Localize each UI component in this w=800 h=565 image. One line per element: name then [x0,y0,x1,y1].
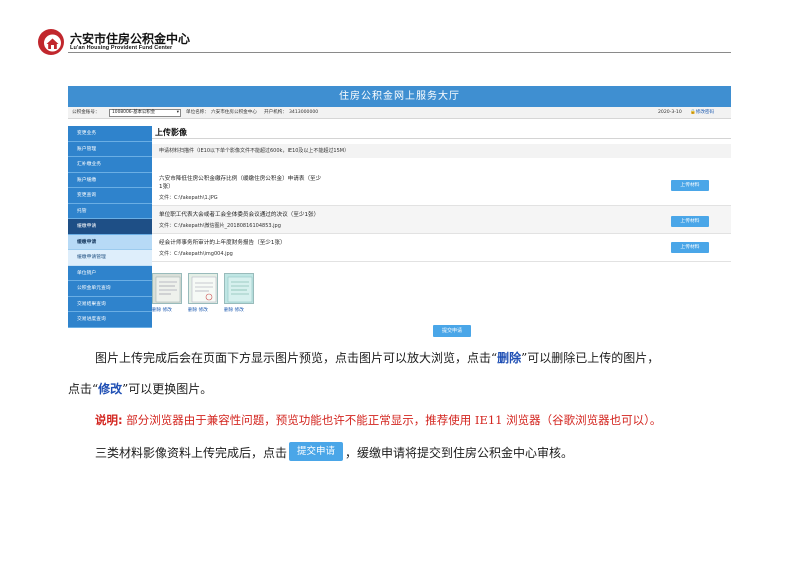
sidebar-item[interactable]: 变更业务 [68,126,152,142]
change-password-link[interactable]: 🔒修改密码 [690,107,714,119]
sidebar-item[interactable]: 变更查询 [68,188,152,204]
paragraph-edit: 点击“修改”可以更换图片。 [68,381,212,397]
sidebar-item[interactable]: 交易进度查询 [68,312,152,328]
paragraph-text: 三类材料影像资料上传完成后，点击 [95,446,288,460]
delete-image-link[interactable]: 删除 [152,308,161,313]
delete-image-link[interactable]: 删除 [224,308,233,313]
account-select[interactable]: 1008006-基本公积金 ▾ [109,109,181,117]
material-row: 经会计师事务所审计的上年度财务报告（至少1张） 文件：C:\fakepath\i… [152,234,731,262]
current-date: 2020-3-10 [658,110,682,115]
sidebar-item[interactable]: 账户管理 [68,141,152,157]
paragraph-text: ”可以更换图片。 [122,382,213,396]
material-row: 六安市降低住房公积金缴存比例（缓缴住房公积金）申请表（至少 1张） 文件：C:\… [152,170,731,206]
account-label: 公积金账号： [72,110,100,115]
unit-label: 单位名称： [186,110,209,115]
sidebar-item-active[interactable]: 缓缴申请 [68,219,152,235]
material-title-cont: 1张） [159,184,174,190]
bank-value: 3413000000 [289,110,319,115]
delete-image-link[interactable]: 删除 [188,308,197,313]
account-info-bar: 公积金账号： 1008006-基本公积金 ▾ 单位名称： 六安市住房公积金中心 … [68,107,731,119]
image-thumbnail[interactable] [224,273,254,304]
bank-label: 开户机构： [264,110,287,115]
paragraph-preview: 图片上传完成后会在页面下方显示图片预览，点击图片可以放大浏览，点击“删除”可以删… [95,350,659,366]
upload-material-button[interactable]: 上传材料 [671,180,709,191]
paragraph-text: 图片上传完成后会在页面下方显示图片预览，点击图片可以放大浏览，点击“ [95,351,498,365]
material-file: 文件：C:\fakepath\微信图片_20180816104853.jpg [159,223,281,229]
delete-keyword: 删除 [497,351,522,365]
image-thumbnail[interactable] [152,273,182,304]
sidebar-item[interactable]: 托管 [68,203,152,219]
sidebar-item[interactable]: 单位销户 [68,265,152,281]
material-file: 文件：C:\fakepath\1.JPG [159,195,218,201]
house-logo-icon [38,29,64,55]
paragraph-submit: 三类材料影像资料上传完成后，点击 提交申请 ，缓缴申请将提交到住房公积金中心审核。 [95,442,574,463]
submit-application-button[interactable]: 提交申请 [433,325,471,337]
browser-note: 说明: 部分浏览器由于兼容性问题，预览功能也许不能正常显示，推荐使用 IE11 … [95,412,661,428]
document-image-icon [189,274,217,303]
account-select-value: 1008006-基本公积金 [112,110,156,115]
paragraph-text: 点击“ [68,382,99,396]
portal-banner-title: 住房公积金网上服务大厅 [68,86,731,107]
edit-image-link[interactable]: 修改 [235,308,244,313]
edit-keyword: 修改 [98,382,123,396]
sidebar-item[interactable]: 交易结果查询 [68,296,152,312]
edit-image-link[interactable]: 修改 [199,308,208,313]
image-thumbnail[interactable] [188,273,218,304]
org-name-en: Lu'an Housing Provident Fund Center [70,45,173,51]
thumbnail-actions: 删除 修改 [224,307,244,313]
thumbnail-actions: 删除 修改 [152,307,172,313]
upload-hint: 申请材料扫描件（IE10以下单个影像文件不能超过600k，IE10及以上不能超过… [152,144,731,158]
material-title: 单位职工代表大会或者工会全体委员会议通过的决议（至少1张） [159,212,320,218]
material-file: 文件：C:\fakepath\img004.jpg [159,251,233,257]
unit-value: 六安市住房公积金中心 [211,110,257,115]
paragraph-text: ”可以删除已上传的图片， [521,351,660,365]
material-row: 单位职工代表大会或者工会全体委员会议通过的决议（至少1张） 文件：C:\fake… [152,206,731,234]
submit-button-illustration: 提交申请 [289,442,344,461]
document-image-icon [153,274,181,303]
sidebar-item[interactable]: 账户缓缴 [68,172,152,188]
panel-title-divider [152,138,731,139]
sidebar-item[interactable]: 汇补缴业务 [68,157,152,173]
header-divider [68,52,731,53]
note-text: 部分浏览器由于兼容性问题，预览功能也许不能正常显示，推荐使用 IE11 浏览器（… [126,413,662,427]
note-label: 说明: [95,413,123,427]
sidebar-item[interactable]: 公积金单元查询 [68,281,152,297]
edit-image-link[interactable]: 修改 [163,308,172,313]
chevron-down-icon: ▾ [176,110,179,115]
material-title: 经会计师事务所审计的上年度财务报告（至少1张） [159,240,286,246]
thumbnail-actions: 删除 修改 [188,307,208,313]
portal-screenshot: 住房公积金网上服务大厅 公积金账号： 1008006-基本公积金 ▾ 单位名称：… [68,86,731,341]
change-password-label: 修改密码 [695,110,715,115]
material-title: 六安市降低住房公积金缴存比例（缓缴住房公积金）申请表（至少 [159,176,322,182]
sidebar-menu: 变更业务 账户管理 汇补缴业务 账户缓缴 变更查询 托管 缓缴申请 缓缴申请 缓… [68,126,152,328]
sidebar-group-header[interactable]: 缓缴申请 [68,234,152,250]
upload-material-button[interactable]: 上传材料 [671,242,709,253]
paragraph-text: ，缓缴申请将提交到住房公积金中心审核。 [345,446,574,460]
document-image-icon [225,274,253,303]
panel-title: 上传影像 [155,128,187,137]
upload-material-button[interactable]: 上传材料 [671,216,709,227]
upload-panel: 上传影像 申请材料扫描件（IE10以下单个影像文件不能超过600k，IE10及以… [152,126,731,341]
sidebar-subitem[interactable]: 缓缴申请管理 [68,250,152,266]
